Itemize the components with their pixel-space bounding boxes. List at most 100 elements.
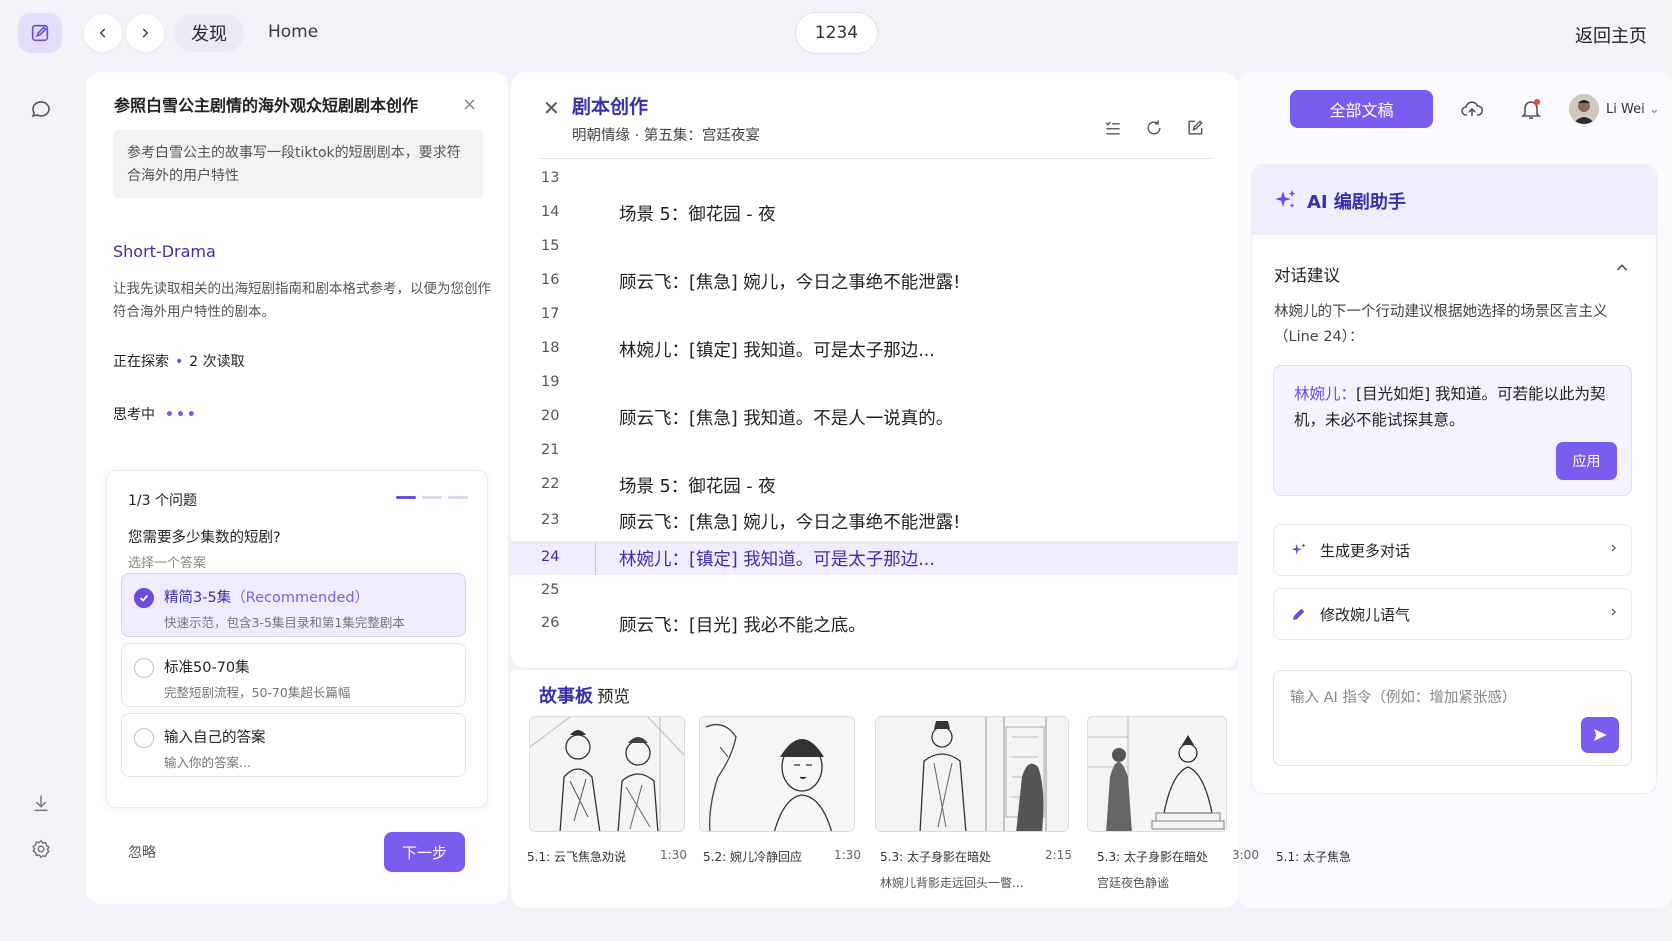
frame-caption: 5.1: 太子焦急 xyxy=(1276,850,1351,864)
sketch-palace-icon xyxy=(876,717,1068,831)
checked-radio-icon[interactable] xyxy=(134,588,154,608)
center-label-pill[interactable]: 1234 xyxy=(795,12,878,54)
frame-caption: 5.1: 云飞焦急劝说 xyxy=(527,850,626,864)
sketch-two-figures-icon xyxy=(530,717,684,831)
user-prompt: 参考白雪公主的故事写一段tiktok的短剧剧本，要求符合海外的用户特性 xyxy=(113,130,483,198)
close-icon[interactable]: ✕ xyxy=(543,96,560,120)
question-text: 您需要多少集数的短剧? xyxy=(128,530,281,546)
script-line[interactable]: 23 顾云飞：[焦急] 婉儿，今日之事绝不能泄露! xyxy=(511,504,1238,538)
send-button[interactable] xyxy=(1581,717,1619,753)
frame-duration: 1:30 xyxy=(834,848,861,862)
thinking-status: 思考中 ••• xyxy=(113,404,198,424)
explore-status: 正在探索 • 2 次读取 xyxy=(113,351,245,371)
list-format-icon[interactable] xyxy=(1101,116,1125,140)
modify-tone-button[interactable]: 修改婉儿语气 › xyxy=(1273,588,1632,640)
action-label: 修改婉儿语气 xyxy=(1320,606,1411,624)
storyboard-frame[interactable] xyxy=(699,716,855,832)
frame-duration: 3:00 xyxy=(1232,848,1259,862)
forward-arrow-icon[interactable] xyxy=(126,14,164,52)
all-documents-button[interactable]: 全部文稿 xyxy=(1290,90,1433,128)
storyboard-frame[interactable] xyxy=(529,716,685,832)
chevron-down-icon: ⌄ xyxy=(1648,102,1660,117)
script-line-highlighted[interactable]: 24 林婉儿：[镇定] 我知道。可是太子那边... xyxy=(511,541,1238,575)
explore-label: 正在探索 xyxy=(113,354,169,370)
option-card[interactable]: 标准50-70集 完整短剧流程，50-70集超长篇幅 xyxy=(121,643,466,707)
notification-bell-icon[interactable] xyxy=(1518,96,1544,122)
back-home-link[interactable]: 返回主页 xyxy=(1575,22,1647,48)
explore-count: 2 次读取 xyxy=(189,354,245,370)
settings-gear-icon[interactable] xyxy=(28,836,54,862)
question-progress: 1/3 个问题 xyxy=(128,493,197,509)
frame-caption: 5.2: 婉儿冷静回应 xyxy=(703,850,802,864)
sparkle-icon xyxy=(1288,539,1310,561)
option-title: 精简3-5集（Recommended） xyxy=(164,590,370,606)
highlight-gutter-bar xyxy=(595,543,596,575)
script-line[interactable]: 18 林婉儿：[镇定] 我知道。可是太子那边... xyxy=(511,332,1238,366)
breadcrumb-home[interactable]: Home xyxy=(268,22,318,42)
option-card[interactable]: 精简3-5集（Recommended） 快速示范，包含3-5集目录和第1集完整剧… xyxy=(121,573,466,637)
dot-icon: • xyxy=(175,354,184,370)
refresh-icon[interactable] xyxy=(1142,116,1166,140)
send-icon xyxy=(1594,729,1607,741)
frame-note: 林婉儿背影走远回头一瞥... xyxy=(880,876,1024,890)
option-card[interactable]: 输入自己的答案 输入你的答案... xyxy=(121,713,466,777)
pencil-icon xyxy=(1288,603,1310,625)
ai-command-placeholder: 输入 AI 指令（例如：增加紧张感） xyxy=(1290,690,1517,706)
editor-title: 剧本创作 xyxy=(572,96,649,118)
script-line[interactable]: 22 场景 5：御花园 - 夜 xyxy=(511,468,1238,502)
script-line[interactable]: 16 顾云飞：[焦急] 婉儿，今日之事绝不能泄露! xyxy=(511,264,1238,298)
option-title: 标准50-70集 xyxy=(164,660,250,676)
download-icon[interactable] xyxy=(28,790,54,816)
script-line[interactable]: 14 场景 5：御花园 - 夜 xyxy=(511,196,1238,230)
section-title: 对话建议 xyxy=(1274,266,1340,285)
frame-duration: 2:15 xyxy=(1045,848,1072,862)
close-icon[interactable]: × xyxy=(462,94,477,115)
edit-icon[interactable] xyxy=(1183,116,1207,140)
storyboard-frame[interactable] xyxy=(1087,716,1227,832)
frame-caption: 5.3: 太子身影在暗处 xyxy=(880,850,991,864)
script-line[interactable]: 20 顾云飞：[焦急] 我知道。不是人一说真的。 xyxy=(511,400,1238,434)
script-line[interactable]: 17 xyxy=(511,298,1238,332)
radio-icon[interactable] xyxy=(134,658,154,678)
avatar[interactable] xyxy=(1569,94,1599,124)
frame-note: 宫廷夜色静谧 xyxy=(1097,876,1170,890)
sketch-closeup-icon xyxy=(700,717,854,831)
question-hint: 选择一个答案 xyxy=(128,556,207,571)
chevron-up-icon[interactable] xyxy=(1614,260,1630,280)
ignore-button[interactable]: 忽略 xyxy=(128,842,156,862)
option-subtitle: 快速示范，包含3-5集目录和第1集完整剧本 xyxy=(164,615,405,630)
script-line[interactable]: 19 xyxy=(511,366,1238,400)
option-subtitle: 完整短剧流程，50-70集超长篇幅 xyxy=(164,685,351,700)
cloud-upload-icon[interactable] xyxy=(1459,96,1485,122)
edit-app-icon[interactable] xyxy=(18,13,62,53)
breadcrumb-discover[interactable]: 发现 xyxy=(174,14,244,52)
script-line[interactable]: 21 xyxy=(511,434,1238,468)
script-line[interactable]: 25 xyxy=(511,574,1238,608)
script-line[interactable]: 13 xyxy=(511,162,1238,196)
next-step-button[interactable]: 下一步 xyxy=(384,832,465,872)
generate-more-dialogue-button[interactable]: 生成更多对话 › xyxy=(1273,524,1632,576)
question-progress-bars xyxy=(396,496,468,500)
conversation-title: 参照白雪公主剧情的海外观众短剧剧本创作 xyxy=(114,96,419,115)
section-description: 林婉儿的下一个行动建议根据她选择的场景区言主义（Line 24）： xyxy=(1274,304,1608,345)
sketch-courtyard-icon xyxy=(1088,717,1226,831)
agent-name: Short-Drama xyxy=(113,242,216,261)
back-arrow-icon[interactable] xyxy=(84,14,122,52)
radio-icon[interactable] xyxy=(134,728,154,748)
storyboard-title: 故事板 预览 xyxy=(539,686,630,707)
editor-divider xyxy=(540,158,1213,159)
option-title: 输入自己的答案 xyxy=(164,730,266,746)
apply-button[interactable]: 应用 xyxy=(1556,442,1617,480)
agent-description: 让我先读取相关的出海短剧指南和剧本格式参考，以便为您创作符合海外用户特性的剧本。 xyxy=(113,281,491,320)
ai-command-input[interactable] xyxy=(1273,670,1632,766)
editor-subtitle: 明朝情缘 · 第五集：宫廷夜宴 xyxy=(572,128,760,144)
option-subtitle: 输入你的答案... xyxy=(164,755,251,770)
action-label: 生成更多对话 xyxy=(1320,542,1411,560)
frame-duration: 1:30 xyxy=(660,848,687,862)
script-line[interactable]: 15 xyxy=(511,230,1238,264)
chat-bubble-icon[interactable] xyxy=(28,96,54,122)
script-line[interactable]: 26 顾云飞：[目光] 我必不能之底。 xyxy=(511,607,1238,641)
suggestion-text: 林婉儿：[目光如炬] 我知道。可若能以此为契机，未必不能试探其意。 xyxy=(1294,385,1606,429)
username-menu[interactable]: Li Wei ⌄ xyxy=(1606,102,1660,117)
storyboard-frame[interactable] xyxy=(875,716,1069,832)
